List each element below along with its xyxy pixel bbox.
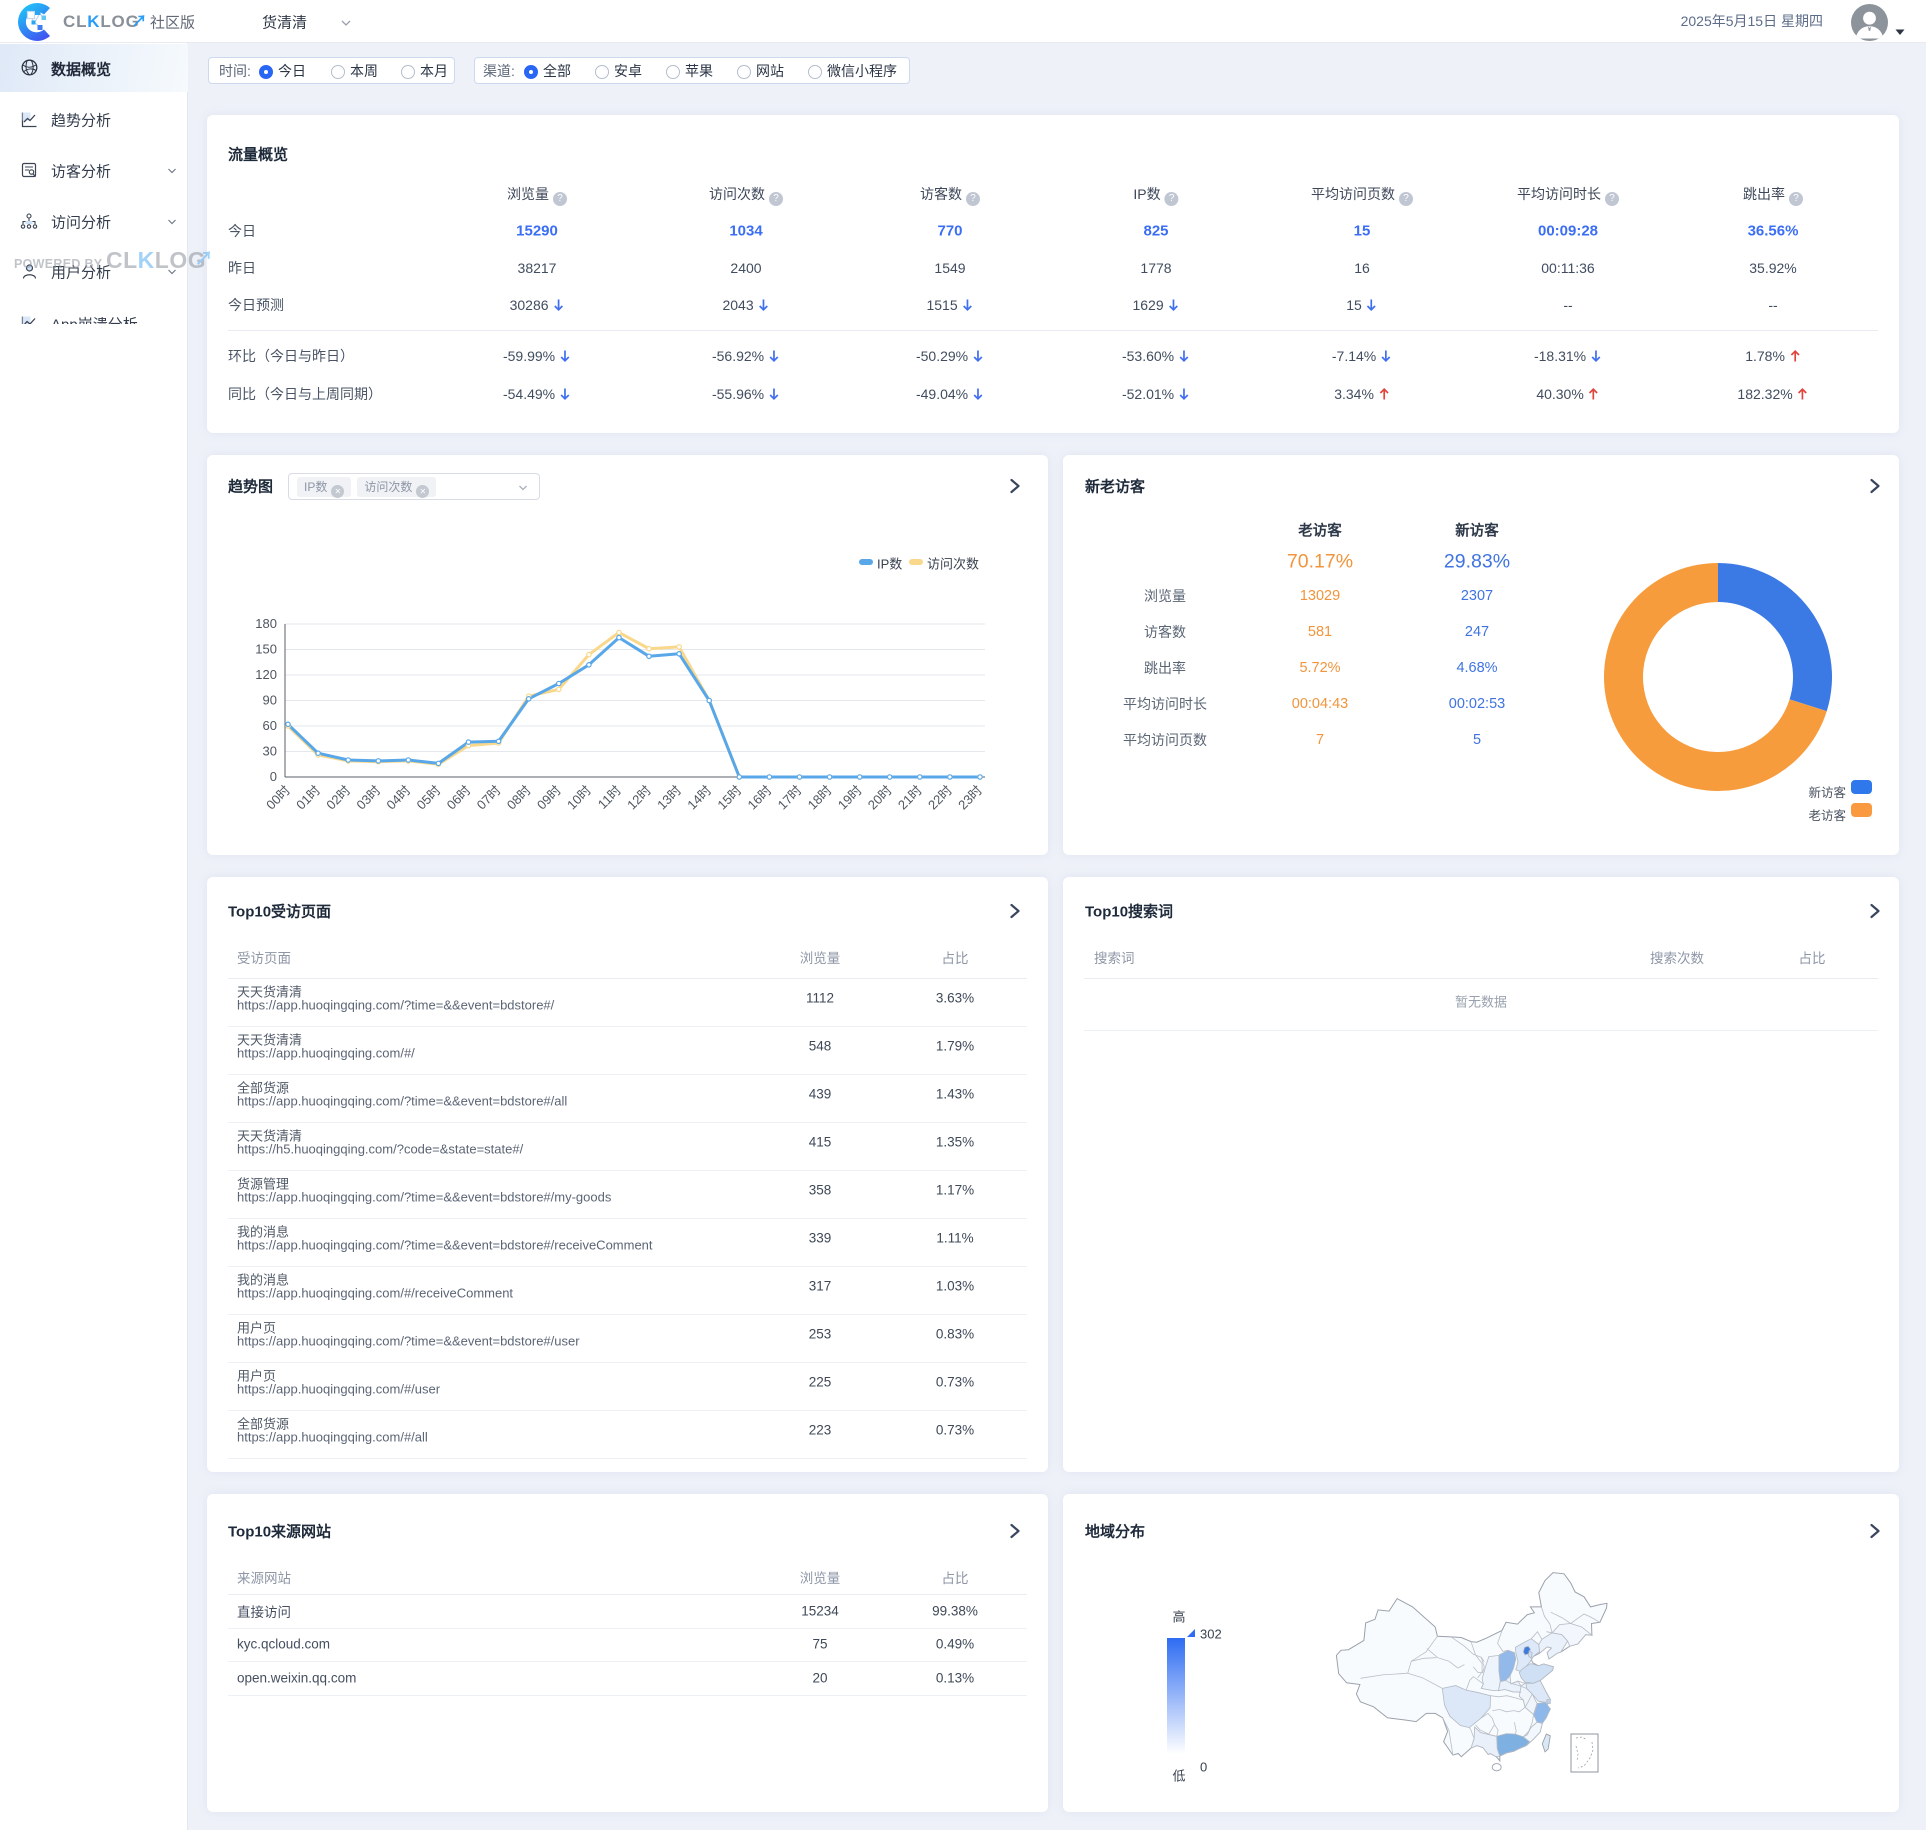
svg-text:01时: 01时 [293,783,323,813]
svg-text:05时: 05时 [413,783,443,813]
svg-text:180: 180 [255,616,277,631]
svg-text:13时: 13时 [654,783,684,813]
svg-text:00时: 00时 [263,783,293,813]
svg-text:21时: 21时 [895,783,925,813]
svg-text:20时: 20时 [865,783,895,813]
svg-text:90: 90 [263,693,277,708]
svg-text:23时: 23时 [955,783,985,813]
svg-text:0: 0 [270,769,277,784]
svg-text:19时: 19时 [835,783,865,813]
svg-text:30: 30 [263,744,277,759]
svg-text:04时: 04时 [383,783,413,813]
svg-text:120: 120 [255,667,277,682]
svg-text:06时: 06时 [444,783,474,813]
svg-text:22时: 22时 [925,783,955,813]
svg-text:16时: 16时 [744,783,774,813]
svg-text:14时: 14时 [684,783,714,813]
svg-text:150: 150 [255,642,277,657]
svg-text:02时: 02时 [323,783,353,813]
svg-text:07时: 07时 [474,783,504,813]
svg-text:03时: 03时 [353,783,383,813]
svg-text:09时: 09时 [534,783,564,813]
svg-text:18时: 18时 [805,783,835,813]
svg-text:08时: 08时 [504,783,534,813]
svg-text:10时: 10时 [564,783,594,813]
svg-text:12时: 12时 [624,783,654,813]
svg-text:60: 60 [263,718,277,733]
svg-text:11时: 11时 [595,783,624,812]
svg-text:17时: 17时 [775,783,805,813]
svg-text:15时: 15时 [714,783,744,813]
